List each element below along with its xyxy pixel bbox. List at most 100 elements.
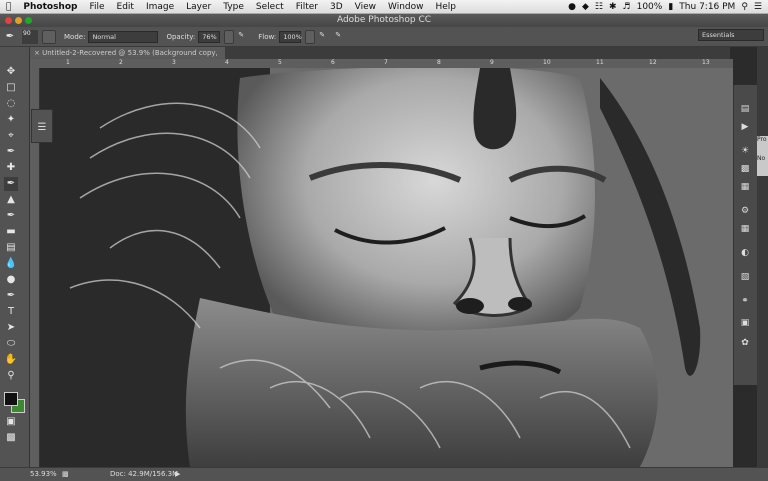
pressure-size-icon[interactable]: ✎	[335, 31, 347, 43]
blur-tool-icon[interactable]: 💧	[4, 257, 18, 271]
foreground-color-swatch[interactable]	[4, 392, 18, 406]
menu-3d[interactable]: 3D	[324, 2, 349, 12]
menu-filter[interactable]: Filter	[290, 2, 324, 12]
zoom-tool-icon[interactable]: ⚲	[4, 369, 18, 383]
pressure-opacity-icon[interactable]: ✎	[238, 31, 250, 43]
levels-icon[interactable]: ▩	[738, 163, 752, 176]
clone-stamp-tool-icon[interactable]: ▲	[4, 193, 18, 207]
styles-icon[interactable]: ▣	[738, 317, 752, 330]
pen-tool-icon[interactable]: ✒	[4, 289, 18, 303]
ruler-tick-label: 10	[543, 59, 551, 66]
menu-layer[interactable]: Layer	[180, 2, 217, 12]
photo-filter-icon[interactable]: ◐	[738, 247, 752, 260]
flow-input[interactable]: 100%	[279, 30, 302, 43]
opacity-dropdown-icon[interactable]	[224, 29, 235, 44]
tray-status-icon[interactable]: ●	[568, 2, 576, 12]
move-tool-icon[interactable]: ✥	[4, 65, 18, 79]
ruler-tick-label: 11	[596, 59, 604, 66]
ruler-tick-label: 4	[225, 59, 229, 66]
ruler-tick-label: 6	[331, 59, 335, 66]
gradient-tool-icon[interactable]: ▤	[4, 241, 18, 255]
ruler-tick-label: 7	[384, 59, 388, 66]
zoom-window-button[interactable]	[25, 17, 32, 24]
menu-type[interactable]: Type	[217, 2, 250, 12]
brush-size-value: 90	[23, 29, 31, 37]
healing-brush-tool-icon[interactable]: ✚	[4, 161, 18, 175]
document-tab-bar: × Untitled-2-Recovered @ 53.9% (Backgrou…	[30, 47, 730, 69]
menu-image[interactable]: Image	[140, 2, 180, 12]
curves-icon[interactable]: ▦	[738, 181, 752, 194]
dodge-tool-icon[interactable]: ●	[4, 273, 18, 287]
layers-panel-icon[interactable]: ☰	[35, 122, 49, 136]
tray-bluetooth-icon[interactable]: ✱	[609, 2, 617, 12]
menu-view[interactable]: View	[349, 2, 382, 12]
paths-icon[interactable]: ⚭	[738, 295, 752, 308]
quick-mask-icon[interactable]: ▣	[4, 415, 18, 429]
forehead-mark	[473, 68, 517, 150]
path-selection-tool-icon[interactable]: ➤	[4, 321, 18, 335]
brush-tool-preset-icon[interactable]: ✒	[4, 31, 16, 43]
flow-dropdown-icon[interactable]	[305, 29, 316, 44]
brightness-adjust-icon[interactable]: ☀	[738, 145, 752, 158]
ruler-tick-label: 8	[437, 59, 441, 66]
channel-mixer-icon[interactable]: ▧	[738, 271, 752, 284]
minimize-window-button[interactable]	[15, 17, 22, 24]
eyedropper-tool-icon[interactable]: ✒	[4, 145, 18, 159]
apple-menu-icon[interactable]: 	[0, 2, 17, 12]
close-window-button[interactable]	[5, 17, 12, 24]
history-brush-tool-icon[interactable]: ✒	[4, 209, 18, 223]
marquee-tool-icon[interactable]: □	[4, 81, 18, 95]
document-canvas[interactable]	[40, 68, 733, 467]
spotlight-icon[interactable]: ⚲	[741, 2, 748, 12]
ruler-tick-label: 12	[649, 59, 657, 66]
type-tool-icon[interactable]: T	[4, 305, 18, 319]
lasso-tool-icon[interactable]: ◌	[4, 97, 18, 111]
hue-saturation-icon[interactable]: ⚙	[738, 205, 752, 218]
battery-percent[interactable]: 100%	[637, 2, 663, 12]
doc-size-readout[interactable]: Doc: 42.9M/156.3M	[110, 468, 178, 481]
brush-preset-picker[interactable]: 90	[22, 29, 38, 44]
actions-play-icon[interactable]: ▶	[738, 121, 752, 134]
airbrush-icon[interactable]: ✎	[319, 31, 331, 43]
workspace-switcher[interactable]: Essentials	[698, 29, 764, 41]
status-menu-arrow-icon[interactable]: ▶	[175, 468, 180, 481]
panel-dock-edge	[757, 47, 768, 467]
ruler-tick-label: 2	[119, 59, 123, 66]
brush-panel-toggle-icon[interactable]	[42, 29, 56, 44]
document-tab-close-icon[interactable]: ×	[34, 49, 42, 57]
document-tab[interactable]: × Untitled-2-Recovered @ 53.9% (Backgrou…	[30, 47, 225, 69]
quick-select-tool-icon[interactable]: ✦	[4, 113, 18, 127]
ruler-tick-label: 1	[66, 59, 70, 66]
crop-tool-icon[interactable]: ⌖	[4, 129, 18, 143]
menu-app-name[interactable]: Photoshop	[17, 2, 83, 12]
notes-tab-label: No	[757, 155, 766, 162]
eraser-tool-icon[interactable]: ▬	[4, 225, 18, 239]
menubar-clock[interactable]: Thu 7:16 PM	[679, 2, 735, 12]
status-info-icon[interactable]: ▩	[62, 468, 69, 481]
color-lookup-icon[interactable]: ▦	[738, 223, 752, 236]
mode-select[interactable]: Normal	[88, 30, 159, 43]
menu-file[interactable]: File	[83, 2, 110, 12]
flow-label: Flow:	[258, 32, 277, 41]
shape-tool-icon[interactable]: ⬭	[4, 337, 18, 351]
battery-icon[interactable]: ▮	[668, 2, 673, 12]
hand-tool-icon[interactable]: ✋	[4, 353, 18, 367]
history-panel-icon[interactable]: ▤	[738, 103, 752, 116]
collapsed-panel: ☰	[31, 109, 53, 143]
tray-volume-icon[interactable]: ♬	[623, 2, 631, 12]
ruler-tick-label: 3	[172, 59, 176, 66]
opacity-input[interactable]: 76%	[198, 30, 221, 43]
properties-panel-tab[interactable]: Pro No	[757, 136, 768, 176]
menu-help[interactable]: Help	[430, 2, 463, 12]
menu-select[interactable]: Select	[250, 2, 290, 12]
opacity-label: Opacity:	[166, 32, 196, 41]
screen-mode-icon[interactable]: ▩	[4, 431, 18, 445]
tray-wifi-icon[interactable]: ☷	[595, 2, 603, 12]
brush-tool-icon[interactable]: ✒	[4, 177, 18, 191]
notifications-icon[interactable]: ☰	[754, 2, 762, 12]
menu-edit[interactable]: Edit	[111, 2, 140, 12]
tray-dropbox-icon[interactable]: ◆	[582, 2, 589, 12]
zoom-level-readout[interactable]: 53.93%	[30, 468, 57, 481]
adjustments-icon[interactable]: ✿	[738, 337, 752, 350]
menu-window[interactable]: Window	[382, 2, 430, 12]
